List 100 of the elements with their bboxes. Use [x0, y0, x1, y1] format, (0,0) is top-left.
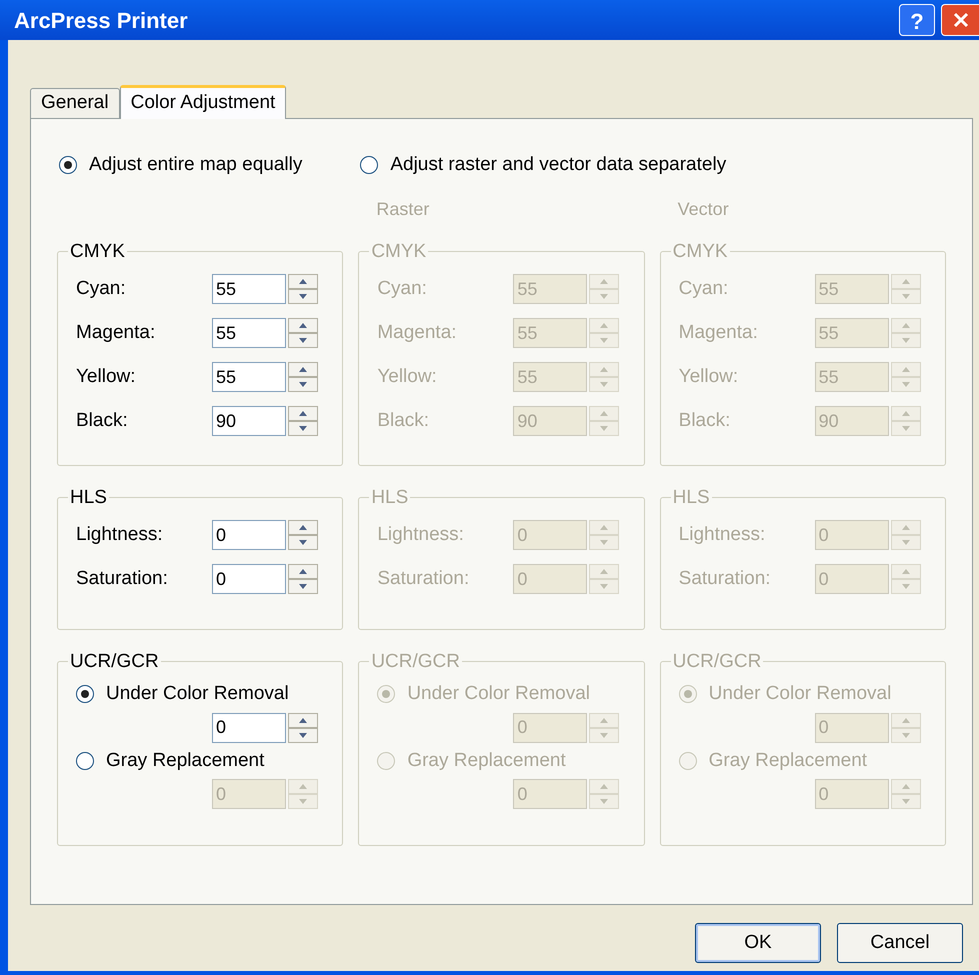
number-field[interactable]: 55	[212, 318, 286, 348]
field-label: Saturation:	[678, 566, 772, 591]
field-label: Yellow:	[678, 364, 740, 389]
down-arrow-icon	[299, 426, 307, 431]
down-arrow-icon	[902, 294, 910, 299]
field-label: Black:	[76, 408, 129, 433]
number-field[interactable]: 55	[212, 362, 286, 392]
spin-button[interactable]	[288, 362, 318, 392]
number-field[interactable]: 0	[212, 564, 286, 594]
window-title: ArcPress Printer	[14, 6, 189, 34]
field-label: Cyan:	[76, 276, 127, 301]
group-title: HLS	[370, 486, 410, 510]
up-arrow-icon	[902, 784, 910, 789]
up-arrow-icon	[299, 367, 307, 372]
radio-label: Gray Replacement	[708, 748, 868, 772]
field-label: Yellow:	[377, 364, 438, 389]
number-field[interactable]: 0	[212, 520, 286, 550]
spin-button[interactable]	[288, 274, 318, 304]
group-title: HLS	[672, 486, 711, 510]
field-label: Black:	[377, 408, 430, 433]
down-arrow-icon	[902, 584, 910, 589]
up-arrow-icon	[600, 784, 608, 789]
group-title: CMYK	[672, 240, 729, 264]
down-arrow-icon	[600, 382, 608, 387]
up-arrow-icon	[902, 279, 910, 284]
up-arrow-icon	[600, 279, 608, 284]
dialog-button[interactable]: Cancel	[837, 923, 963, 963]
radio-label: Adjust raster and vector data separately	[390, 153, 726, 177]
radio-label: Adjust entire map equally	[89, 153, 302, 177]
group-title: UCR/GCR	[69, 650, 160, 674]
down-arrow-icon	[902, 426, 910, 431]
up-arrow-icon	[902, 411, 910, 416]
help-button[interactable]: ?	[899, 4, 935, 36]
down-arrow-icon	[600, 540, 608, 545]
field-label: Lightness:	[76, 522, 164, 547]
spin-button[interactable]	[288, 564, 318, 594]
tab[interactable]: General	[30, 88, 120, 118]
down-arrow-icon	[299, 732, 307, 738]
field-label: Magenta:	[76, 320, 156, 345]
group-title: UCR/GCR	[672, 650, 762, 674]
radio-label: Under Color Removal	[708, 682, 892, 706]
field-label: Lightness:	[377, 522, 465, 547]
down-arrow-icon	[902, 382, 910, 387]
number-field[interactable]: 55	[212, 274, 286, 304]
down-arrow-icon	[299, 382, 307, 387]
up-arrow-icon	[299, 323, 307, 328]
close-button[interactable]	[941, 4, 979, 36]
up-arrow-icon	[299, 525, 307, 530]
radio-label: Gray Replacement	[106, 748, 264, 772]
up-arrow-icon	[299, 411, 307, 416]
tab[interactable]: Color Adjustment	[120, 85, 286, 119]
spin-button[interactable]	[288, 712, 318, 742]
down-arrow-icon	[299, 799, 307, 804]
radio-button[interactable]	[360, 156, 378, 174]
group-title: UCR/GCR	[370, 650, 461, 674]
down-arrow-icon	[600, 294, 608, 299]
spin-button[interactable]	[288, 406, 318, 436]
dialog-button[interactable]: OK	[695, 923, 821, 963]
group-title: HLS	[69, 486, 108, 510]
down-arrow-icon	[299, 584, 307, 589]
down-arrow-icon	[600, 338, 608, 343]
down-arrow-icon	[600, 732, 608, 738]
up-arrow-icon	[600, 411, 608, 416]
up-arrow-icon	[299, 718, 307, 722]
field-label: Saturation:	[377, 566, 470, 591]
down-arrow-icon	[600, 799, 608, 804]
up-arrow-icon	[600, 323, 608, 328]
down-arrow-icon	[902, 732, 910, 738]
spin-button[interactable]	[288, 520, 318, 550]
up-arrow-icon	[299, 279, 307, 284]
radio-label: Gray Replacement	[407, 748, 566, 772]
group-title: CMYK	[69, 240, 126, 264]
close-icon	[952, 11, 970, 29]
number-field[interactable]: 0	[212, 712, 286, 742]
radio-button[interactable]	[76, 752, 94, 770]
up-arrow-icon	[600, 525, 608, 530]
field-label: Cyan:	[678, 276, 730, 301]
number-field[interactable]: 90	[212, 406, 286, 436]
field-label: Saturation:	[76, 566, 169, 591]
down-arrow-icon	[902, 338, 910, 343]
group-title: CMYK	[370, 240, 428, 264]
up-arrow-icon	[600, 569, 608, 574]
up-arrow-icon	[902, 367, 910, 372]
up-arrow-icon	[299, 569, 307, 574]
field-label: Cyan:	[377, 276, 428, 301]
field-label: Black:	[678, 408, 732, 433]
radio-button[interactable]	[76, 685, 94, 704]
down-arrow-icon	[299, 294, 307, 299]
radio-button[interactable]	[59, 156, 77, 174]
spin-button[interactable]	[288, 318, 318, 348]
down-arrow-icon	[299, 338, 307, 343]
field-label: Magenta:	[377, 320, 458, 345]
up-arrow-icon	[299, 784, 307, 789]
up-arrow-icon	[902, 525, 910, 530]
down-arrow-icon	[600, 584, 608, 589]
up-arrow-icon	[600, 367, 608, 372]
radio-label: Under Color Removal	[106, 682, 289, 706]
up-arrow-icon	[600, 718, 608, 722]
up-arrow-icon	[902, 323, 910, 328]
down-arrow-icon	[902, 799, 910, 804]
